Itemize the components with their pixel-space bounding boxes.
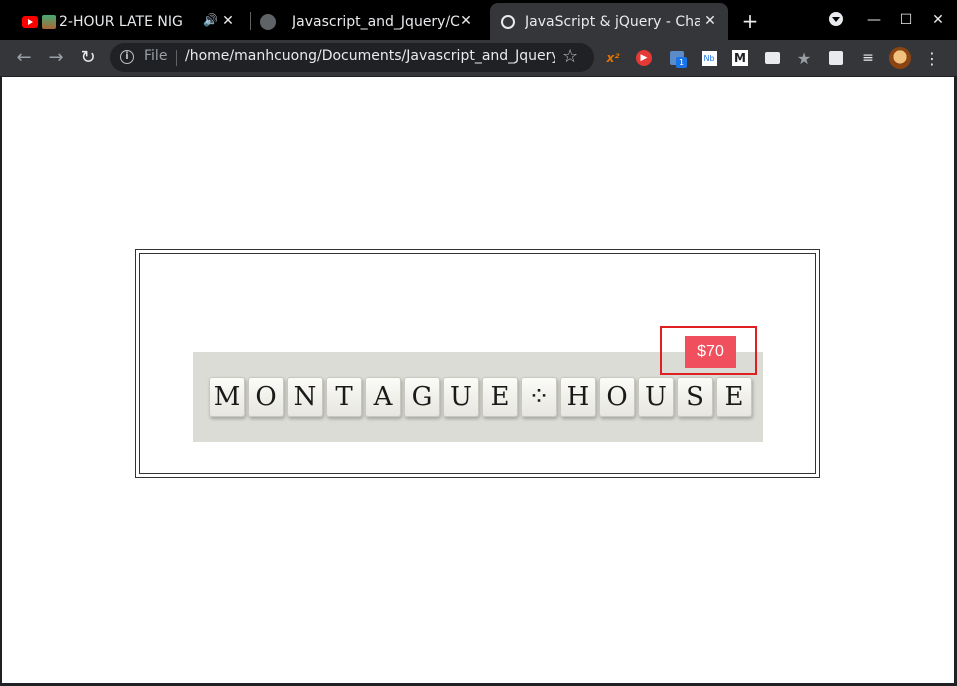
close-window-button[interactable]: ✕ — [928, 10, 948, 30]
media-list-icon[interactable]: ≡ — [859, 49, 877, 67]
tab-thumbnail-icon — [42, 14, 56, 29]
tab-title: Javascript_and_Jquery/C — [292, 13, 460, 30]
audio-icon[interactable]: 🔊 — [203, 13, 218, 27]
info-icon[interactable]: i — [120, 50, 134, 64]
logo-letter-tile: G — [404, 377, 440, 417]
close-icon[interactable]: ✕ — [220, 13, 236, 29]
minimize-button[interactable]: — — [864, 10, 884, 30]
logo-letter-tile: H — [560, 377, 596, 417]
star-extension-icon[interactable]: ★ — [795, 49, 813, 68]
close-icon[interactable]: ✕ — [702, 13, 718, 29]
reload-icon[interactable]: ↻ — [78, 48, 98, 68]
logo-letter-tile: U — [443, 377, 479, 417]
tab-strip: 2-HOUR LATE NIGHT 🔊 ✕ Javascript_and_Jqu… — [0, 0, 957, 40]
close-icon[interactable]: ✕ — [458, 13, 474, 29]
tab-search-icon[interactable] — [826, 10, 846, 30]
logo-letter-tile: O — [599, 377, 635, 417]
forward-icon[interactable]: → — [46, 48, 66, 68]
menu-icon[interactable]: ⋮ — [923, 49, 941, 68]
avatar-icon[interactable] — [889, 47, 911, 69]
nb-icon[interactable]: Nb — [700, 49, 718, 67]
xsquared-icon[interactable]: x² — [604, 49, 622, 67]
page-content: M O N T A G U E ⁘ H O U S E $70 — [2, 77, 954, 683]
puzzle-icon[interactable] — [827, 49, 845, 67]
scheme-label: File — [144, 48, 168, 64]
youtube-play-icon[interactable]: ▶ — [635, 49, 653, 67]
logo-letter-tile: E — [716, 377, 752, 417]
url-text[interactable]: /home/manhcuong/Documents/Javascript_and… — [185, 48, 555, 64]
logo-letter-tile: O — [248, 377, 284, 417]
address-bar[interactable]: i File /home/manhcuong/Documents/Javascr… — [110, 43, 594, 72]
logo-letter-tile: U — [638, 377, 674, 417]
new-tab-button[interactable]: + — [741, 11, 759, 31]
bookmark-star-icon[interactable]: ☆ — [562, 46, 578, 67]
youtube-icon — [22, 15, 38, 28]
m-icon[interactable]: M — [731, 49, 749, 67]
browser-window: 2-HOUR LATE NIGHT 🔊 ✕ Javascript_and_Jqu… — [0, 0, 957, 686]
price-tag: $70 — [685, 336, 736, 368]
tab-active[interactable]: JavaScript & jQuery - Chap ✕ — [490, 3, 728, 40]
badge-extension-icon[interactable]: 1 — [668, 49, 687, 68]
globe-icon — [501, 14, 515, 29]
tab-youtube[interactable]: 2-HOUR LATE NIGHT 🔊 ✕ — [14, 3, 246, 40]
tab-title: 2-HOUR LATE NIGHT — [59, 13, 184, 30]
back-icon[interactable]: ← — [14, 48, 34, 68]
tab-title: JavaScript & jQuery - Chap — [525, 13, 700, 30]
logo-letter-tile: E — [482, 377, 518, 417]
logo-letter-tile: M — [209, 377, 245, 417]
github-icon — [260, 13, 276, 30]
logo-tiles: M O N T A G U E ⁘ H O U S E — [209, 377, 752, 417]
logo-letter-tile: T — [326, 377, 362, 417]
logo-letter-tile: A — [365, 377, 401, 417]
logo-letter-tile: ⁘ — [521, 377, 557, 417]
tab-github[interactable]: Javascript_and_Jquery/C ✕ — [252, 3, 484, 40]
logo-letter-tile: N — [287, 377, 323, 417]
logo-letter-tile: S — [677, 377, 713, 417]
folder-icon[interactable] — [763, 49, 781, 67]
maximize-button[interactable]: ☐ — [896, 10, 916, 30]
